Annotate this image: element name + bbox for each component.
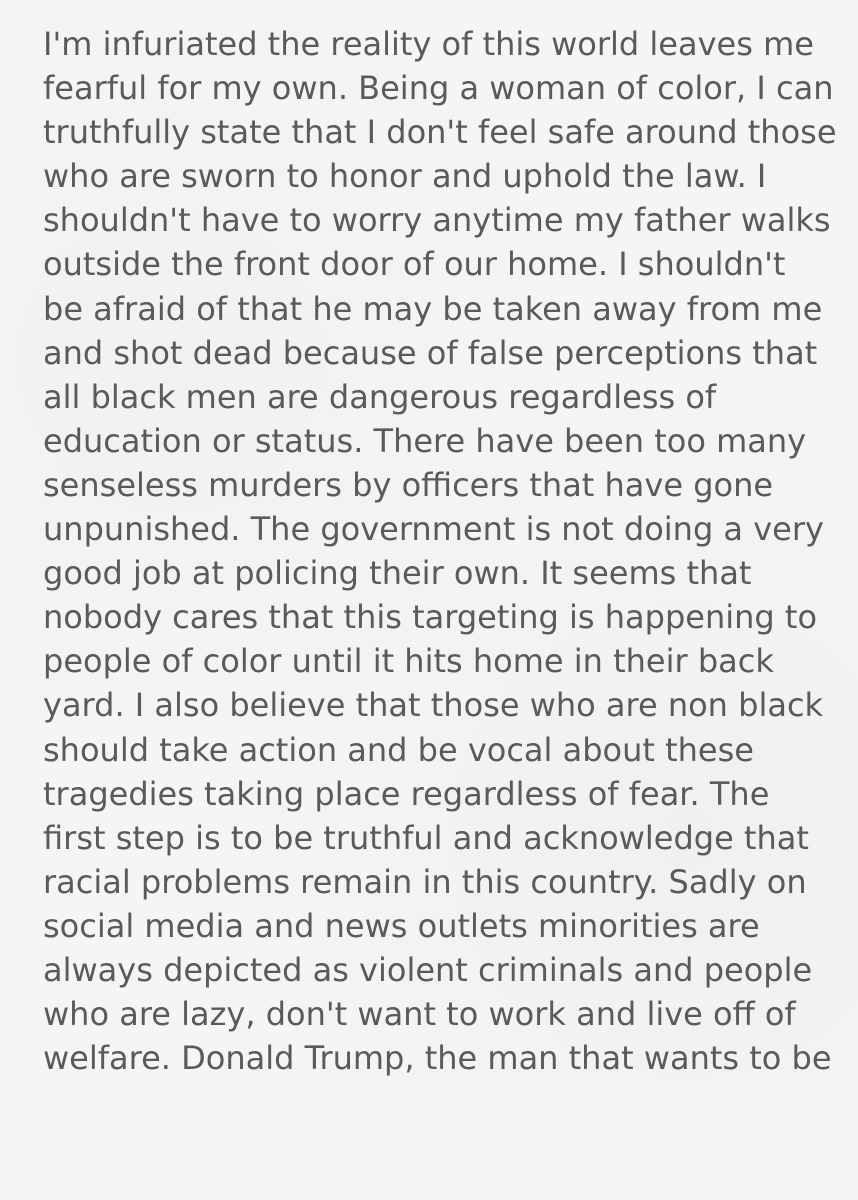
note-line: nobody cares that this targeting is happ… — [43, 598, 818, 637]
note-line: tragedies taking place regardless of fea… — [43, 774, 770, 813]
note-line: who are sworn to honor and uphold the la… — [43, 157, 767, 196]
note-body-text[interactable]: I'm infuriated the reality of this world… — [43, 22, 843, 1080]
note-line: outside the front door of our home. I sh… — [43, 245, 786, 284]
note-line: all black men are dangerous regardless o… — [43, 377, 717, 416]
note-line: be afraid of that he may be taken away f… — [43, 289, 823, 328]
note-line: education or status. There have been too… — [43, 421, 807, 460]
note-line: who are lazy, don't want to work and liv… — [43, 995, 796, 1034]
note-line: shouldn't have to worry anytime my fathe… — [43, 201, 831, 240]
note-line: good job at policing their own. It seems… — [43, 554, 752, 593]
note-line: people of color until it hits home in th… — [43, 642, 774, 681]
note-line: yard. I also believe that those who are … — [43, 686, 824, 725]
note-line: social media and news outlets minorities… — [43, 906, 760, 945]
note-line: always depicted as violent criminals and… — [43, 950, 813, 989]
note-line: racial problems remain in this country. … — [43, 862, 807, 901]
note-line: I'm infuriated the reality of this world… — [43, 25, 814, 63]
note-line: unpunished. The government is not doing … — [43, 510, 824, 549]
note-line: senseless murders by officers that have … — [43, 465, 774, 504]
note-page: I'm infuriated the reality of this world… — [0, 0, 858, 1200]
note-line: and shot dead because of false perceptio… — [43, 333, 818, 372]
note-line: first step is to be truthful and acknowl… — [43, 818, 809, 857]
note-line: welfare. Donald Trump, the man that want… — [43, 1039, 832, 1078]
note-line: should take action and be vocal about th… — [43, 730, 754, 769]
note-line: truthfully state that I don't feel safe … — [43, 113, 837, 152]
note-line: fearful for my own. Being a woman of col… — [43, 69, 834, 108]
